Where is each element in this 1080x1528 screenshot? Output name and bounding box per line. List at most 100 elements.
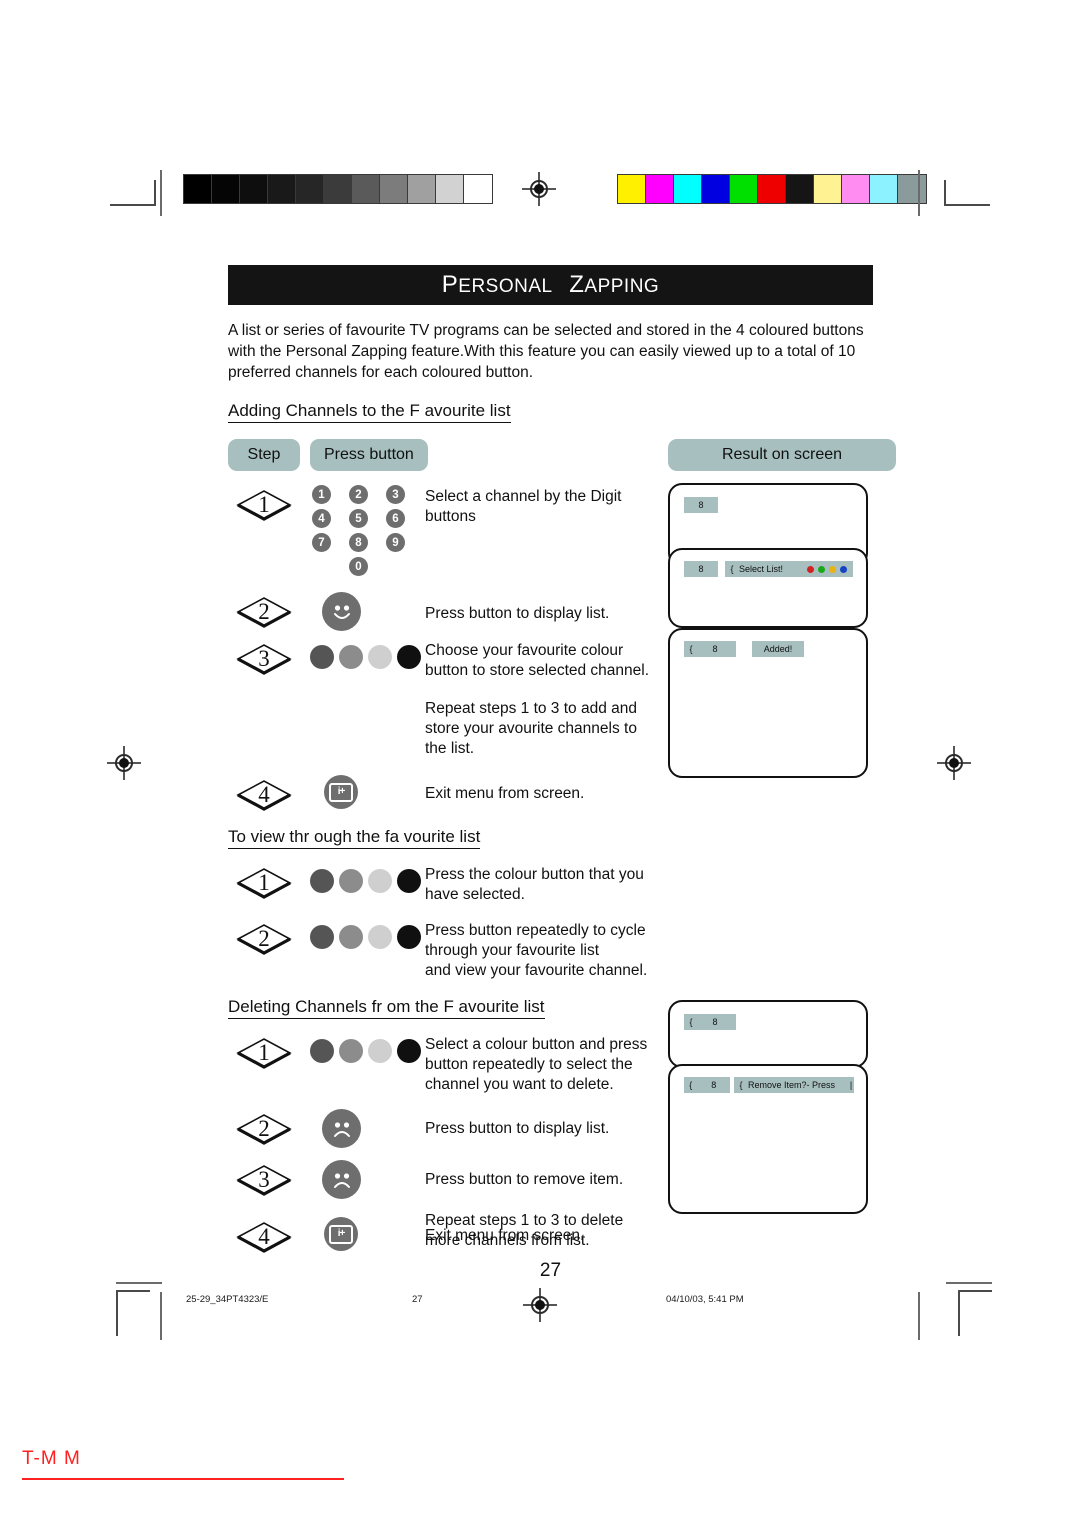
step-marker-cell: 2 [228,592,300,630]
step-number: 2 [258,599,270,624]
colour-buttons-icon[interactable] [310,863,421,893]
table-row: 1 Press the colour button that you have s… [228,863,873,905]
osd-channel-number: 8 [712,644,718,654]
colour-button-4[interactable] [397,645,421,669]
trim-tick-top-left [160,170,162,216]
colour-button-3[interactable] [368,645,392,669]
step-diamond-4: 4 [234,777,294,813]
calibration-swatch [380,175,408,203]
colour-buttons-icon[interactable] [310,1033,421,1063]
smiley-sad-icon[interactable] [322,1109,361,1148]
digit-key-3[interactable]: 3 [386,485,405,504]
info-exit-icon[interactable]: i+ [324,775,358,809]
step-number: 3 [258,646,270,671]
osd-cursor: | [849,1080,853,1090]
calibration-swatch [870,175,898,203]
digit-key-2[interactable]: 2 [349,485,368,504]
smiley-sad-icon[interactable] [322,1160,361,1199]
grayscale-calibration-bar [183,174,493,204]
step-diamond-4: 4 [234,1219,294,1255]
calibration-swatch [352,175,380,203]
step-diamond-3: 3 [234,641,294,677]
page-title-word-2: APPING [584,276,660,297]
colour-button-3[interactable] [368,1039,392,1063]
page-number: 27 [539,1260,562,1281]
registration-mark-top [522,172,556,206]
colour-button-4[interactable] [397,869,421,893]
step-number: 1 [258,492,270,517]
step-marker-cell: 3 [228,1160,300,1198]
step-number: 4 [258,782,270,807]
smiley-happy-icon[interactable] [322,592,361,631]
colour-button-3[interactable] [368,925,392,949]
step-description: Choose your favourite colour button to st… [425,642,650,679]
calibration-swatch [842,175,870,203]
section-heading-deleting: Deleting Channels fr om the F avourite l… [228,997,545,1019]
digit-key-9[interactable]: 9 [386,533,405,552]
step-marker-cell: 4 [228,1217,300,1255]
press-button-cell [300,1033,425,1063]
result-screen-added: { 8 Added! [668,628,868,778]
section-heading-adding: Adding Channels to the F avourite list [228,401,511,423]
crop-mark-bottom-right [932,1290,992,1338]
step-description: Press button to display list. [425,605,610,622]
colour-button-1[interactable] [310,925,334,949]
table-header-row: Step Press button Result on screen [228,439,896,471]
calibration-swatch [184,175,212,203]
calibration-swatch [646,175,674,203]
step-number: 4 [258,1224,270,1249]
step-marker-cell: 1 [228,1033,300,1071]
digit-key-6[interactable]: 6 [386,509,405,528]
colour-button-4[interactable] [397,925,421,949]
digit-key-5[interactable]: 5 [349,509,368,528]
step-marker-cell-empty [228,697,300,699]
colour-button-2[interactable] [339,869,363,893]
info-exit-icon[interactable]: i+ [324,1217,358,1251]
press-button-cell [300,639,425,669]
calibration-swatch [674,175,702,203]
step-number: 2 [258,926,270,951]
registration-mark-right [937,746,971,780]
osd-channel-number: 8 [711,1080,717,1090]
press-button-cell [300,1109,425,1148]
colour-buttons-icon[interactable] [310,919,421,949]
colour-button-4[interactable] [397,1039,421,1063]
colour-button-2[interactable] [339,925,363,949]
osd-colour-leds [807,565,853,573]
step-marker-cell: 3 [228,639,300,677]
press-button-cell [300,863,425,893]
colour-button-2[interactable] [339,645,363,669]
calibration-swatch [268,175,296,203]
step-description: Press the colour button that you have sel… [425,866,644,903]
crop-mark-bottom-left [116,1290,176,1338]
step-diamond-1: 1 [234,1035,294,1071]
trim-tick-bottom-right [918,1292,920,1340]
colour-button-1[interactable] [310,869,334,893]
digit-key-1[interactable]: 1 [312,485,331,504]
colour-buttons-icon[interactable] [310,639,421,669]
osd-channel-number: 8 [698,500,704,510]
corner-label-underline [22,1478,344,1480]
osd-channel-number: 8 [698,564,704,574]
osd-bar: { 8 [684,1014,736,1030]
colour-button-1[interactable] [310,645,334,669]
table-row: 2 Press button repeatedly to cycle throug… [228,919,873,981]
colour-button-1[interactable] [310,1039,334,1063]
colour-button-2[interactable] [339,1039,363,1063]
page-title-word-2-first-letter: Z [569,271,585,298]
osd-bar: { 8 [684,1077,730,1093]
digit-key-4[interactable]: 4 [312,509,331,528]
colour-button-3[interactable] [368,869,392,893]
osd-bar: { 8 [684,641,736,657]
digit-key-0[interactable]: 0 [349,557,368,576]
result-screen-select-list: 8 { Select List! [668,548,868,628]
digit-keypad-icon[interactable]: 123 456 7890 [312,485,415,576]
osd-message-bar: { Remove Item?- Press | [734,1077,854,1093]
digit-key-7[interactable]: 7 [312,533,331,552]
footer-filename: 25-29_34PT4323/E [186,1294,269,1305]
osd-led-3 [829,565,836,573]
step-description: Exit menu from screen. [425,785,585,802]
calibration-swatch [730,175,758,203]
digit-key-8[interactable]: 8 [349,533,368,552]
step-description: Press button repeatedly to cycle through … [425,922,648,979]
